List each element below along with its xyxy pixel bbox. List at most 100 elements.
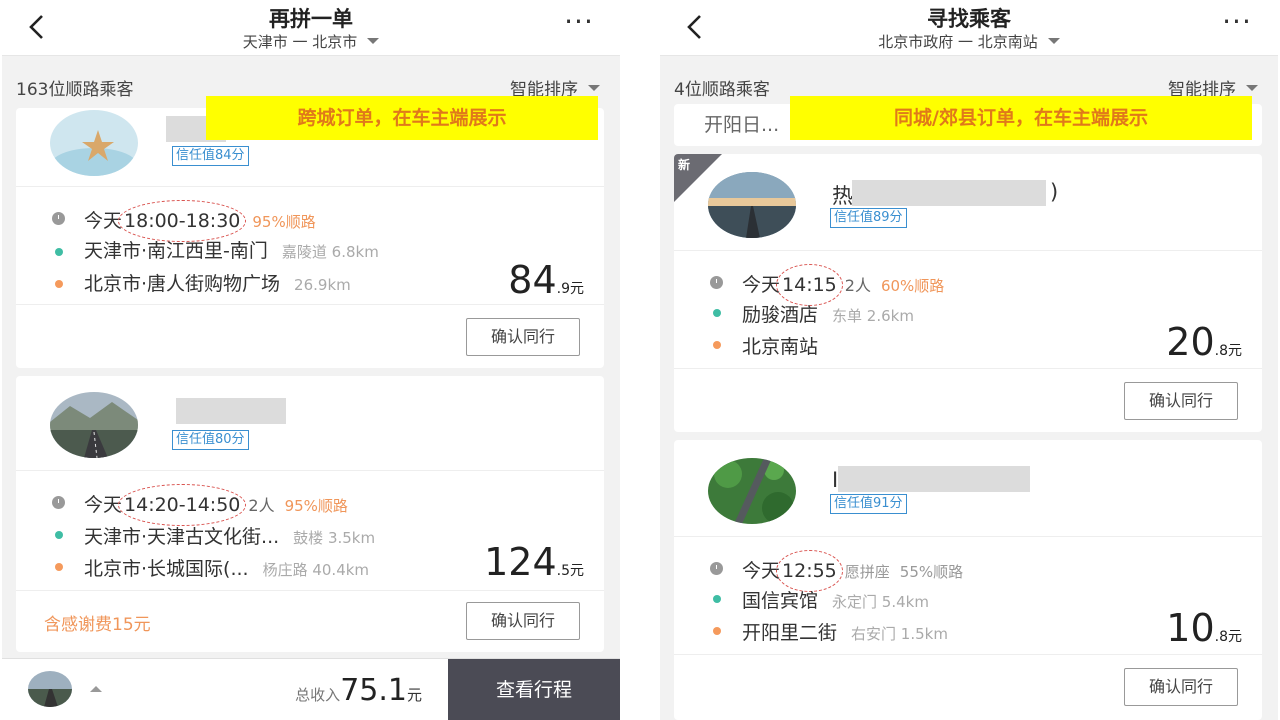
avatar — [50, 392, 138, 458]
income-value: 75.1 — [340, 673, 407, 708]
day-label: 今天 — [742, 560, 781, 582]
day-label: 今天 — [84, 494, 123, 516]
confirm-ride-button[interactable]: 确认同行 — [1124, 382, 1238, 420]
more-options-icon[interactable]: ··· — [1220, 8, 1254, 40]
trip-time-row: 今天 12:55 愿拼座 55%顺路 — [742, 550, 963, 592]
confirm-ride-button[interactable]: 确认同行 — [1124, 668, 1238, 706]
destination-label: 北京市·长城国际(... — [84, 558, 249, 580]
route-selector[interactable]: 天津市 一 北京市 — [2, 31, 620, 52]
origin-label: 天津市·天津古文化街... — [84, 526, 280, 548]
trust-score-badge: 信任值91分 — [830, 494, 907, 514]
route-selector[interactable]: 北京市政府 一 北京南站 — [660, 31, 1278, 52]
fare-price: 124.5元 — [484, 540, 584, 584]
fare-price: 20.8元 — [1166, 320, 1242, 364]
destination-label: 北京市·唐人街购物广场 — [84, 273, 281, 295]
origin-dot-icon — [713, 595, 721, 603]
passenger-name-redacted — [176, 398, 286, 424]
destination-dot-icon — [713, 341, 721, 349]
annotation-banner: 同城/郊县订单，在车主端展示 — [790, 96, 1252, 140]
origin-row: 天津市·天津古文化街... 鼓楼 3.5km — [84, 522, 375, 549]
confirm-ride-button[interactable]: 确认同行 — [466, 318, 580, 356]
nav-bar: 寻找乘客 北京市政府 一 北京南站 ··· — [660, 0, 1278, 56]
clock-icon — [710, 562, 723, 575]
income-label: 总收入 — [295, 686, 341, 704]
destination-row: 开阳里二街 右安门 1.5km — [742, 618, 948, 645]
match-percent: 95%顺路 — [284, 497, 348, 515]
clock-icon — [710, 276, 723, 289]
route-label: 天津市 一 北京市 — [242, 33, 358, 51]
departure-time: 18:00-18:30 — [118, 200, 247, 242]
passenger-card[interactable]: 新 热 ) 信任值89分 今天 14:15 2人 60%顺路 励骏酒店 东单 2.6km… — [674, 154, 1262, 432]
bottom-bar: 总收入75.1元 查看行程 — [2, 658, 620, 720]
destination-row: 北京南站 — [742, 332, 818, 359]
passenger-name-redacted — [838, 466, 1030, 492]
origin-detail: 鼓楼 3.5km — [293, 529, 376, 547]
page-title: 再拼一单 — [269, 7, 353, 31]
confirm-ride-button[interactable]: 确认同行 — [466, 602, 580, 640]
origin-detail: 永定门 5.4km — [832, 593, 929, 611]
origin-row: 励骏酒店 东单 2.6km — [742, 300, 914, 327]
trip-time-row: 今天 14:15 2人 60%顺路 — [742, 264, 945, 306]
clock-icon — [52, 212, 65, 225]
departure-time: 14:20-14:50 — [118, 484, 247, 526]
share-seat-note: 愿拼座 — [844, 563, 890, 581]
more-options-icon[interactable]: ··· — [562, 8, 596, 40]
destination-detail: 右安门 1.5km — [851, 625, 948, 643]
thank-you-fee-note: 含感谢费15元 — [44, 615, 151, 635]
chevron-down-icon — [1246, 85, 1258, 91]
view-trip-button[interactable]: 查看行程 — [448, 659, 620, 720]
fare-price: 10.8元 — [1166, 606, 1242, 650]
total-income: 总收入75.1元 — [295, 673, 422, 708]
origin-detail: 东单 2.6km — [832, 307, 914, 325]
clock-icon — [52, 496, 65, 509]
passenger-card[interactable]: 信任值80分 今天 14:20-14:50 2人 95%顺路 天津市·天津古文化街..… — [16, 376, 604, 652]
passenger-name-tail: ) — [1050, 180, 1059, 204]
destination-detail: 杨庄路 40.4km — [262, 561, 370, 579]
destination-label: 开阳里二街 — [742, 622, 838, 644]
passenger-count: 163位顺路乘客 — [16, 80, 134, 100]
route-label: 北京市政府 一 北京南站 — [878, 33, 1038, 51]
left-screen: 163位顺路乘客 智能排序 信任值84分 今天 18:00-18:30 95%顺路 … — [2, 0, 620, 720]
destination-row: 北京市·唐人街购物广场 26.9km — [84, 269, 351, 296]
destination-dot-icon — [55, 563, 63, 571]
destination-detail: 26.9km — [294, 276, 351, 294]
destination-row: 北京市·长城国际(... 杨庄路 40.4km — [84, 554, 369, 581]
income-unit: 元 — [406, 686, 422, 704]
trust-score-badge: 信任值84分 — [172, 146, 249, 166]
match-percent: 95%顺路 — [252, 213, 316, 231]
origin-detail: 嘉陵道 6.8km — [281, 243, 379, 261]
departure-time: 14:15 — [776, 264, 843, 306]
origin-row: 国信宾馆 永定门 5.4km — [742, 586, 929, 613]
avatar — [50, 110, 138, 176]
origin-dot-icon — [55, 248, 63, 256]
avatar — [708, 458, 796, 524]
trip-time-row: 今天 18:00-18:30 95%顺路 — [84, 200, 316, 242]
passenger-num: 2人 — [248, 496, 275, 515]
chevron-down-icon — [1047, 37, 1060, 44]
departure-time: 12:55 — [776, 550, 843, 592]
nav-bar: 再拼一单 天津市 一 北京市 ··· — [2, 0, 620, 56]
day-label: 今天 — [84, 210, 123, 232]
origin-label: 励骏酒店 — [742, 304, 819, 326]
passenger-name-redacted — [852, 180, 1046, 206]
destination-dot-icon — [713, 627, 721, 635]
fare-price: 84.9元 — [508, 258, 584, 302]
avatar[interactable] — [28, 671, 72, 707]
chevron-down-icon — [588, 85, 600, 91]
origin-dot-icon — [713, 309, 721, 317]
chevron-up-icon[interactable] — [90, 686, 102, 692]
trip-time-row: 今天 14:20-14:50 2人 95%顺路 — [84, 484, 348, 526]
origin-row: 天津市·南江西里-南门 嘉陵道 6.8km — [84, 236, 379, 263]
passenger-name-initial: 热 — [832, 184, 853, 208]
page-title: 寻找乘客 — [927, 7, 1011, 31]
passenger-card[interactable]: I 信任值91分 今天 12:55 愿拼座 55%顺路 国信宾馆 永定门 5.4km 开… — [674, 440, 1262, 720]
passenger-card[interactable]: 信任值84分 今天 18:00-18:30 95%顺路 天津市·南江西里-南门 嘉陵道… — [16, 108, 604, 368]
match-percent: 60%顺路 — [880, 277, 945, 295]
day-label: 今天 — [742, 274, 781, 296]
peek-text: 开阳日... — [704, 114, 780, 136]
avatar — [708, 172, 796, 238]
origin-label: 国信宾馆 — [742, 590, 819, 612]
trust-score-badge: 信任值80分 — [172, 430, 249, 450]
annotation-banner: 跨城订单，在车主端展示 — [206, 96, 598, 140]
origin-dot-icon — [55, 531, 63, 539]
